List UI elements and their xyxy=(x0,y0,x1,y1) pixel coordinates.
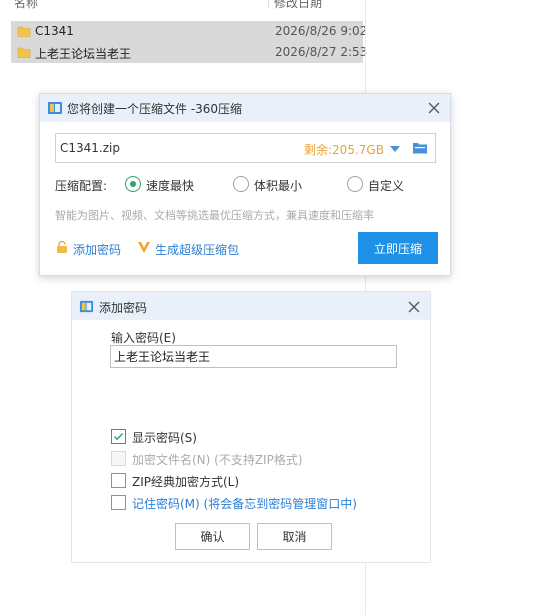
column-separator xyxy=(268,0,269,8)
password-input-label: 输入密码(E) xyxy=(111,331,176,345)
password-dialog-titlebar[interactable]: 添加密码 xyxy=(72,292,430,320)
zip-classic-encryption-label[interactable]: ZIP经典加密方式(L) xyxy=(132,473,239,490)
compress-hint: 智能为图片、视频、文档等挑选最优压缩方式，兼具速度和压缩率 xyxy=(55,209,374,222)
vip-v-icon[interactable] xyxy=(137,240,151,254)
encrypt-filenames-checkbox xyxy=(111,451,126,466)
show-password-label[interactable]: 显示密码(S) xyxy=(132,429,197,446)
column-name-header[interactable]: 名称 xyxy=(14,0,38,11)
chevron-down-icon[interactable] xyxy=(390,146,400,152)
archive-app-icon xyxy=(48,102,62,114)
remember-password-label[interactable]: 记住密码(M) (将会备忘到密码管理窗口中) xyxy=(132,495,357,512)
lock-icon[interactable] xyxy=(55,240,69,254)
folder-icon xyxy=(17,47,31,58)
show-password-checkbox[interactable] xyxy=(111,429,126,444)
folder-icon xyxy=(17,26,31,37)
archive-path-field[interactable]: C1341.zip 剩余:205.7GB xyxy=(55,133,436,163)
checkmark-icon xyxy=(114,433,124,441)
close-icon[interactable] xyxy=(427,101,441,115)
compress-dialog-titlebar[interactable]: 您将创建一个压缩文件 -360压缩 xyxy=(40,94,450,122)
screen: 名称 修改日期 C1341 2026/8/26 9:02 上老王论坛当老王 20… xyxy=(0,0,550,615)
cancel-button[interactable]: 取消 xyxy=(257,523,332,550)
radio-smallest-label[interactable]: 体积最小 xyxy=(254,177,302,194)
free-space-label: 剩余:205.7GB xyxy=(304,143,384,157)
show-password-option[interactable]: 显示密码(S) xyxy=(111,429,411,445)
browse-folder-icon[interactable] xyxy=(412,140,428,156)
option-links: 添加密码 生成超级压缩包 xyxy=(55,240,295,258)
compress-now-button[interactable]: 立即压缩 xyxy=(358,232,438,264)
archive-app-icon xyxy=(79,300,94,313)
add-password-dialog: 添加密码 输入密码(E) 显示密码(S) 加密文件名(N) (不支持ZIP格式)… xyxy=(71,291,431,563)
radio-custom-label[interactable]: 自定义 xyxy=(368,177,404,194)
zip-classic-encryption-checkbox[interactable] xyxy=(111,473,126,488)
encrypt-filenames-option: 加密文件名(N) (不支持ZIP格式) xyxy=(111,451,411,467)
remember-password-option[interactable]: 记住密码(M) (将会备忘到密码管理窗口中) xyxy=(111,495,411,511)
file-name: C1341 xyxy=(35,24,74,38)
remember-password-checkbox[interactable] xyxy=(111,495,126,510)
archive-path-text: C1341.zip xyxy=(60,141,120,155)
column-header: 名称 修改日期 xyxy=(0,0,365,12)
super-pack-link[interactable]: 生成超级压缩包 xyxy=(155,241,239,258)
file-date: 2026/8/26 9:02 xyxy=(275,24,368,38)
compress-dialog: 您将创建一个压缩文件 -360压缩 C1341.zip 剩余:205.7GB 压… xyxy=(39,93,451,276)
radio-fastest-label[interactable]: 速度最快 xyxy=(146,177,194,194)
radio-fastest[interactable] xyxy=(125,176,141,192)
file-row[interactable]: C1341 2026/8/26 9:02 xyxy=(11,21,367,42)
zip-classic-encryption-option[interactable]: ZIP经典加密方式(L) xyxy=(111,473,411,489)
encrypt-filenames-label: 加密文件名(N) (不支持ZIP格式) xyxy=(132,453,303,467)
file-row[interactable]: 上老王论坛当老王 2026/8/27 2:53 xyxy=(11,42,367,63)
compress-dialog-title: 您将创建一个压缩文件 -360压缩 xyxy=(67,102,243,116)
password-input[interactable] xyxy=(110,345,397,368)
radio-custom[interactable] xyxy=(347,176,363,192)
file-name: 上老王论坛当老王 xyxy=(35,47,132,61)
password-dialog-title: 添加密码 xyxy=(99,301,148,315)
file-date: 2026/8/27 2:53 xyxy=(275,45,368,59)
compress-config-row: 压缩配置: 速度最快 体积最小 自定义 xyxy=(55,176,435,194)
column-date-header[interactable]: 修改日期 xyxy=(274,0,322,11)
add-password-link[interactable]: 添加密码 xyxy=(73,241,121,258)
radio-smallest[interactable] xyxy=(233,176,249,192)
close-icon[interactable] xyxy=(407,300,421,314)
confirm-button[interactable]: 确认 xyxy=(175,523,250,550)
compress-config-label: 压缩配置: xyxy=(55,179,108,193)
